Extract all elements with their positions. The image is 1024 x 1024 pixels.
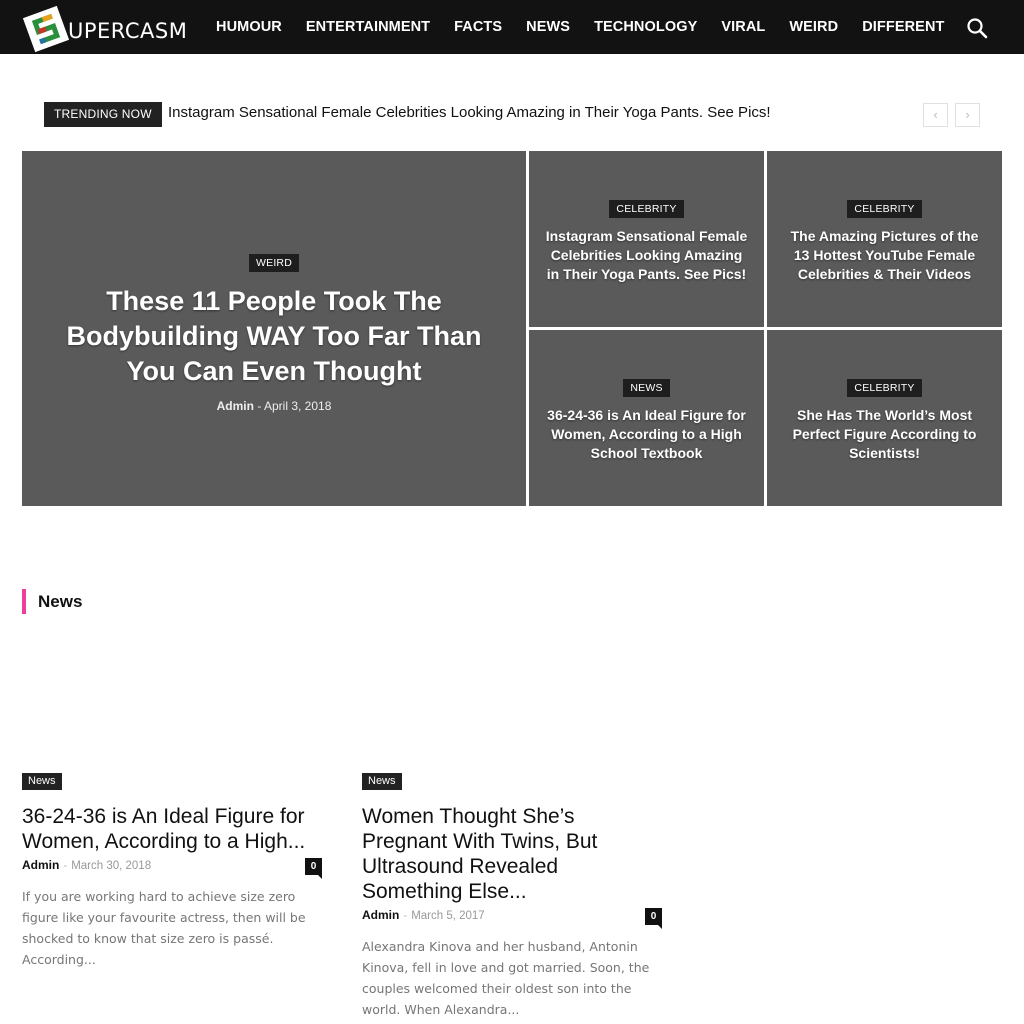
featured-tile-title[interactable]: She Has The World’s Most Perfect Figure …	[783, 406, 986, 463]
logo-text: UPERCASM	[68, 19, 188, 43]
category-badge[interactable]: CELEBRITY	[847, 379, 922, 397]
section-title-news: News	[22, 589, 82, 614]
featured-main-meta: Admin - April 3, 2018	[216, 399, 332, 413]
author-link[interactable]: Admin	[217, 399, 254, 413]
trending-next-button[interactable]: ›	[955, 103, 980, 127]
article-title[interactable]: 36-24-36 is An Ideal Figure for Women, A…	[22, 804, 322, 854]
featured-tile[interactable]: NEWS 36-24-36 is An Ideal Figure for Wom…	[529, 330, 764, 506]
post-date: March 5, 2017	[411, 910, 485, 922]
nav-item-facts[interactable]: FACTS	[454, 19, 502, 35]
nav-item-entertainment[interactable]: ENTERTAINMENT	[306, 19, 430, 35]
article-title[interactable]: Women Thought She’s Pregnant With Twins,…	[362, 804, 662, 904]
trending-prev-button[interactable]: ‹	[923, 103, 948, 127]
main-nav: HUMOUR ENTERTAINMENT FACTS NEWS TECHNOLO…	[216, 0, 968, 54]
nav-item-news[interactable]: NEWS	[526, 19, 570, 35]
featured-tile[interactable]: CELEBRITY She Has The World’s Most Perfe…	[767, 330, 1002, 506]
top-navigation-bar: UPERCASM HUMOUR ENTERTAINMENT FACTS NEWS…	[0, 0, 1024, 54]
post-date: March 30, 2018	[71, 860, 152, 872]
site-logo[interactable]: UPERCASM	[22, 5, 187, 53]
category-badge[interactable]: CELEBRITY	[847, 200, 922, 218]
article-meta: Admin - March 5, 2017 0	[362, 908, 662, 930]
nav-item-technology[interactable]: TECHNOLOGY	[594, 19, 697, 35]
comment-count-badge[interactable]: 0	[645, 908, 662, 929]
search-icon[interactable]	[966, 17, 988, 39]
featured-tile[interactable]: CELEBRITY Instagram Sensational Female C…	[529, 151, 764, 327]
category-badge[interactable]: NEWS	[623, 379, 670, 397]
featured-tile-title[interactable]: Instagram Sensational Female Celebrities…	[545, 227, 748, 284]
article-excerpt: If you are working hard to achieve size …	[22, 889, 306, 967]
nav-item-weird[interactable]: WEIRD	[789, 19, 838, 35]
nav-item-viral[interactable]: VIRAL	[721, 19, 765, 35]
comment-count-badge[interactable]: 0	[305, 858, 322, 879]
nav-item-different[interactable]: DIFFERENT	[862, 19, 944, 35]
nav-item-humour[interactable]: HUMOUR	[216, 19, 282, 35]
category-badge[interactable]: News	[362, 773, 402, 790]
logo-mark-icon	[22, 5, 70, 53]
featured-tile-title[interactable]: The Amazing Pictures of the 13 Hottest Y…	[783, 227, 986, 284]
featured-main-tile[interactable]: WEIRD These 11 People Took The Bodybuild…	[22, 151, 526, 506]
category-badge[interactable]: News	[22, 773, 62, 790]
category-badge[interactable]: WEIRD	[249, 254, 299, 272]
trending-now-label: TRENDING NOW	[44, 102, 162, 127]
featured-tile[interactable]: CELEBRITY The Amazing Pictures of the 13…	[767, 151, 1002, 327]
article-card: News 36-24-36 is An Ideal Figure for Wom…	[22, 771, 322, 970]
post-date: April 3, 2018	[263, 399, 332, 413]
article-card: News Women Thought She’s Pregnant With T…	[362, 771, 662, 1020]
featured-tile-title[interactable]: 36-24-36 is An Ideal Figure for Women, A…	[545, 406, 748, 463]
category-badge[interactable]: CELEBRITY	[609, 200, 684, 218]
author-link[interactable]: Admin	[362, 908, 399, 922]
article-excerpt: Alexandra Kinova and her husband, Antoni…	[362, 939, 650, 1017]
article-meta: Admin - March 30, 2018 0	[22, 858, 322, 880]
trending-headline-link[interactable]: Instagram Sensational Female Celebrities…	[168, 104, 771, 121]
featured-main-title[interactable]: These 11 People Took The Bodybuilding WA…	[50, 284, 498, 389]
author-link[interactable]: Admin	[22, 858, 59, 872]
